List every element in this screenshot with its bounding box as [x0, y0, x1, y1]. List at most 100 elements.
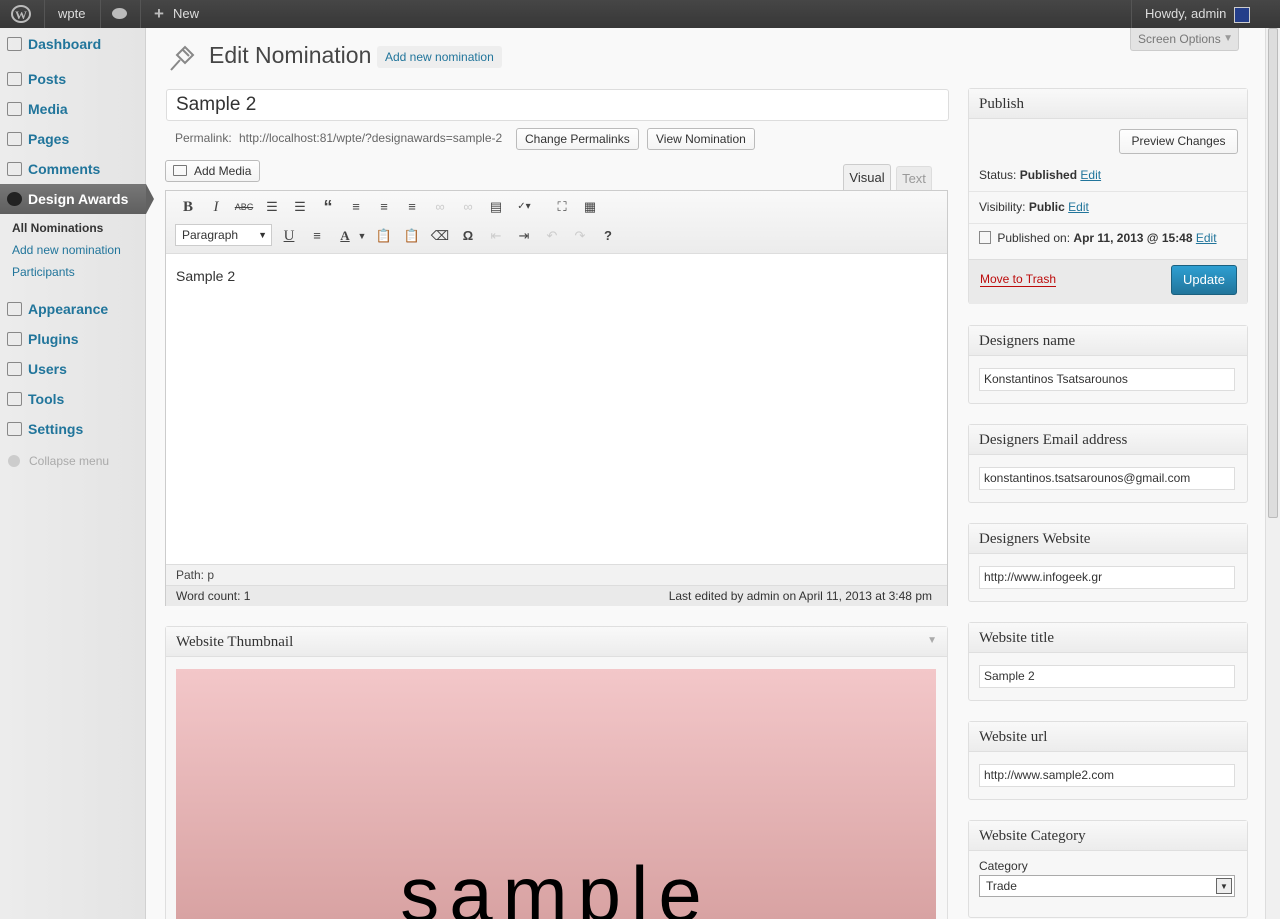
website-thumbnail-title: Website Thumbnail	[166, 627, 947, 657]
settings-icon	[7, 422, 22, 436]
screen-options-tab[interactable]: Screen Options ▼	[1130, 28, 1239, 51]
menu-pages[interactable]: Pages	[0, 124, 146, 154]
underline-icon[interactable]: U	[278, 225, 300, 247]
calendar-icon	[979, 231, 991, 244]
editor-content[interactable]: Sample 2	[176, 268, 235, 284]
redo-icon[interactable]: ↷	[569, 225, 591, 247]
kitchen-sink-icon[interactable]: ▦	[579, 196, 601, 218]
edit-date-link[interactable]: Edit	[1196, 231, 1217, 245]
published-on-row: Published on: Apr 11, 2013 @ 15:48 Edit	[979, 231, 1217, 245]
special-character-icon[interactable]: Ω	[457, 225, 479, 247]
tab-visual[interactable]: Visual	[843, 164, 891, 191]
help-icon[interactable]: ?	[597, 225, 619, 247]
wordpress-logo-icon[interactable]: W	[11, 5, 31, 23]
main-content: Edit Nomination Add new nomination Scree…	[147, 28, 1265, 919]
blockquote-icon[interactable]: “	[317, 196, 339, 218]
box-title: Website url	[969, 722, 1247, 752]
collapse-menu[interactable]: Collapse menu	[0, 448, 146, 474]
undo-icon[interactable]: ↶	[541, 225, 563, 247]
change-permalinks-button[interactable]: Change Permalinks	[516, 128, 639, 150]
paste-text-icon[interactable]: 📋	[373, 225, 395, 247]
menu-design-awards[interactable]: Design Awards	[0, 184, 154, 214]
box-title: Designers Website	[969, 524, 1247, 554]
menu-dashboard[interactable]: Dashboard	[0, 29, 146, 59]
align-right-icon[interactable]: ≡	[401, 196, 423, 218]
designers-website-input[interactable]: http://www.infogeek.gr	[979, 566, 1235, 589]
comments-bubble-icon[interactable]	[112, 8, 127, 19]
category-select[interactable]: Trade ▼	[979, 875, 1235, 897]
chevron-down-icon: ▼	[1223, 33, 1233, 44]
numbered-list-icon[interactable]: ☰	[289, 196, 311, 218]
website-title-input[interactable]: Sample 2	[979, 665, 1235, 688]
menu-settings[interactable]: Settings	[0, 414, 146, 444]
permalink-url: http://localhost:81/wpte/?designawards=s…	[239, 131, 503, 145]
edit-visibility-link[interactable]: Edit	[1068, 200, 1089, 214]
box-title: Designers Email address	[969, 425, 1247, 455]
indent-icon[interactable]: ⇥	[513, 225, 535, 247]
media-icon	[7, 102, 22, 116]
submenu-participants[interactable]: Participants	[12, 265, 75, 279]
collapse-arrow-icon	[8, 455, 20, 467]
bullet-list-icon[interactable]: ☰	[261, 196, 283, 218]
plus-icon: +	[154, 4, 164, 23]
howdy-user-link[interactable]: Howdy, admin	[1145, 0, 1226, 28]
strikethrough-icon[interactable]: ABC	[233, 196, 255, 218]
preview-changes-button[interactable]: Preview Changes	[1119, 129, 1238, 154]
editor-container: B I ABC ☰ ☰ “ ≡ ≡ ≡ ∞ ∞ ▤ ✓▾ ⛶ ▦ Paragra…	[165, 190, 948, 606]
designers-name-input[interactable]: Konstantinos Tsatsarounos	[979, 368, 1235, 391]
add-media-button[interactable]: Add Media	[165, 160, 261, 182]
media-icon	[173, 165, 187, 176]
outdent-icon[interactable]: ⇤	[485, 225, 507, 247]
designers-name-box: Designers name Konstantinos Tsatsarounos	[968, 325, 1248, 404]
new-content-link[interactable]: New	[173, 0, 199, 28]
justify-icon[interactable]: ≡	[306, 225, 328, 247]
unlink-icon[interactable]: ∞	[457, 196, 479, 218]
page-scrollbar[interactable]	[1265, 28, 1280, 919]
edit-status-link[interactable]: Edit	[1080, 168, 1101, 182]
menu-users[interactable]: Users	[0, 354, 146, 384]
website-thumbnail-box: Website Thumbnail ▼ sample	[165, 626, 948, 919]
publish-title: Publish	[969, 89, 1247, 119]
spellcheck-icon[interactable]: ✓▾	[513, 196, 535, 218]
designers-email-input[interactable]: konstantinos.tsatsarounos@gmail.com	[979, 467, 1235, 490]
tab-text[interactable]: Text	[896, 166, 932, 190]
last-edited: Last edited by admin on April 11, 2013 a…	[668, 589, 932, 603]
more-tag-icon[interactable]: ▤	[485, 196, 507, 218]
box-title: Website Category	[969, 821, 1247, 851]
avatar[interactable]	[1234, 7, 1250, 23]
menu-tools[interactable]: Tools	[0, 384, 146, 414]
paste-word-icon[interactable]: 📋	[401, 225, 423, 247]
submenu-add-new-nomination[interactable]: Add new nomination	[12, 243, 121, 257]
menu-comments[interactable]: Comments	[0, 154, 146, 184]
move-to-trash-link[interactable]: Move to Trash	[980, 272, 1057, 287]
align-center-icon[interactable]: ≡	[373, 196, 395, 218]
designers-email-box: Designers Email address konstantinos.tsa…	[968, 424, 1248, 503]
clear-formatting-icon[interactable]: ⌫	[429, 225, 451, 247]
scrollbar-thumb[interactable]	[1268, 28, 1278, 518]
website-title-box: Website title Sample 2	[968, 622, 1248, 701]
view-nomination-button[interactable]: View Nomination	[647, 128, 755, 150]
italic-icon[interactable]: I	[205, 196, 227, 218]
submenu-all-nominations[interactable]: All Nominations	[12, 221, 103, 235]
link-icon[interactable]: ∞	[429, 196, 451, 218]
menu-media[interactable]: Media	[0, 94, 146, 124]
page-title: Edit Nomination	[209, 42, 372, 68]
post-title-input[interactable]: Sample 2	[166, 89, 949, 121]
chevron-down-icon[interactable]: ▼	[351, 225, 373, 247]
menu-plugins[interactable]: Plugins	[0, 324, 146, 354]
menu-posts[interactable]: Posts	[0, 64, 146, 94]
bold-icon[interactable]: B	[177, 196, 199, 218]
menu-appearance[interactable]: Appearance	[0, 294, 146, 324]
align-left-icon[interactable]: ≡	[345, 196, 367, 218]
format-select[interactable]: Paragraph ▼	[175, 224, 272, 246]
thumbnail-image-text: sample	[400, 850, 712, 919]
chevron-down-icon: ▼	[258, 230, 267, 240]
site-name-link[interactable]: wpte	[58, 0, 85, 28]
thumbnail-image: sample	[176, 669, 936, 919]
chevron-down-icon[interactable]: ▼	[927, 635, 937, 646]
fullscreen-icon[interactable]: ⛶	[551, 196, 573, 218]
add-new-nomination-button[interactable]: Add new nomination	[377, 46, 502, 68]
update-button[interactable]: Update	[1171, 265, 1237, 295]
website-url-input[interactable]: http://www.sample2.com	[979, 764, 1235, 787]
chevron-down-icon: ▼	[1216, 878, 1232, 894]
